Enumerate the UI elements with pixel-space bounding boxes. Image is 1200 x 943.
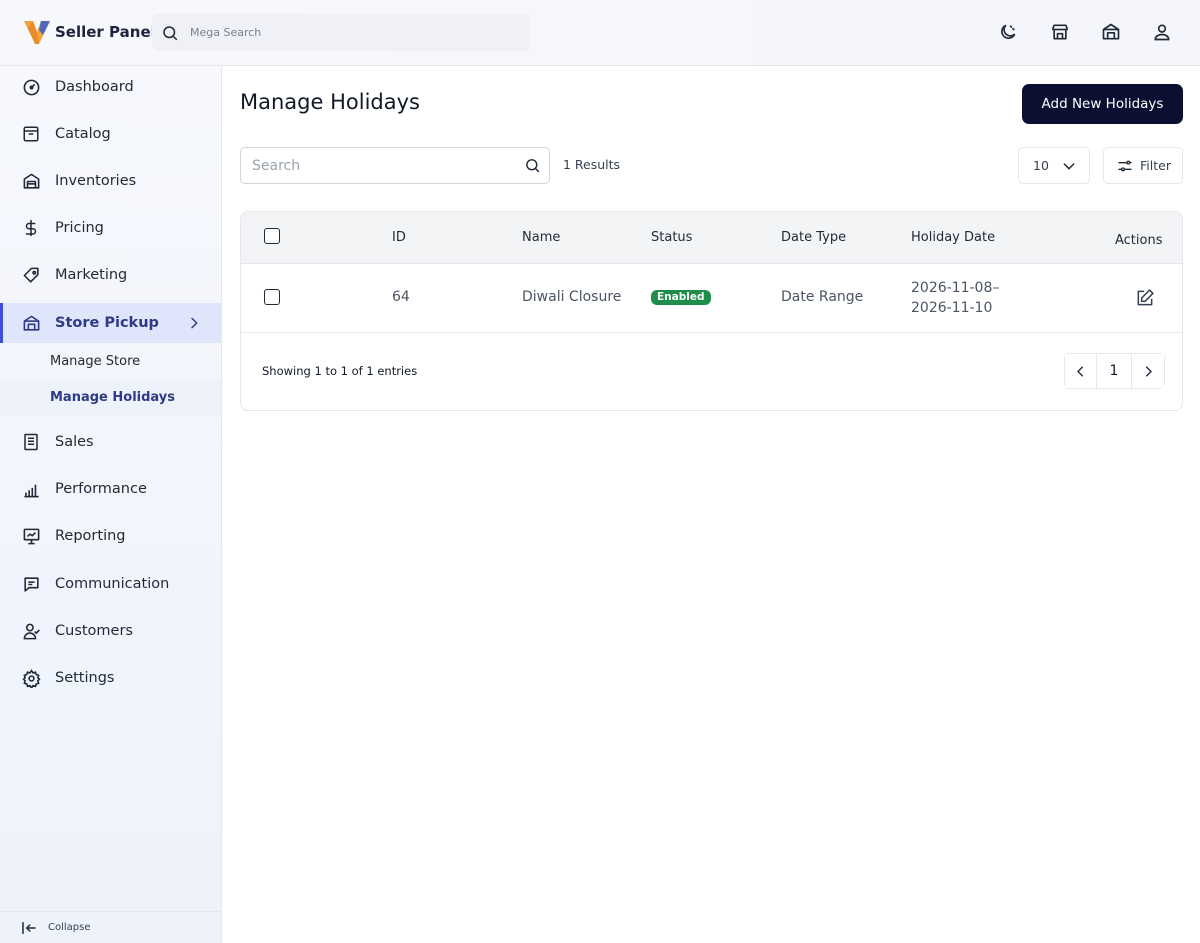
column-header-actions: Actions: [1115, 233, 1163, 248]
sidebar-item-pricing[interactable]: Pricing: [0, 208, 221, 248]
column-header-status[interactable]: Status: [651, 230, 692, 245]
customers-icon: [21, 621, 41, 641]
mega-search-bar[interactable]: [152, 14, 530, 51]
gear-icon: [21, 668, 41, 688]
moon-icon: [1001, 24, 1016, 39]
chevron-left-icon: [1077, 365, 1084, 377]
add-new-holidays-button[interactable]: Add New Holidays: [1022, 84, 1183, 124]
v-logo-icon: [24, 21, 50, 44]
catalog-icon: [21, 124, 41, 144]
holidays-table: ID Name Status Date Type Holiday Date Ac…: [240, 211, 1183, 411]
collapse-sidebar-button[interactable]: Collapse: [0, 911, 221, 943]
sidebar-item-customers[interactable]: Customers: [0, 611, 221, 651]
search-icon: [163, 25, 178, 40]
prev-page-button[interactable]: [1065, 354, 1097, 388]
store-icon: [21, 313, 41, 333]
column-header-date-type[interactable]: Date Type: [781, 230, 846, 245]
sidebar-item-reporting[interactable]: Reporting: [0, 516, 221, 556]
collapse-label: Collapse: [48, 922, 91, 933]
sidebar-item-performance[interactable]: Performance: [0, 469, 221, 509]
sidebar-item-label: Performance: [55, 481, 147, 497]
chevron-down-icon: [1063, 162, 1075, 170]
sidebar-item-label: Communication: [55, 576, 170, 592]
sidebar-item-marketing[interactable]: Marketing: [0, 255, 221, 295]
sidebar-item-label: Sales: [55, 434, 94, 450]
sidebar-item-inventories[interactable]: Inventories: [0, 161, 221, 201]
sidebar-item-label: Marketing: [55, 267, 128, 283]
filter-label: Filter: [1140, 158, 1171, 173]
sidebar-item-label: Inventories: [55, 173, 137, 189]
message-icon: [21, 574, 41, 594]
sidebar-item-sales[interactable]: Sales: [0, 422, 221, 462]
filter-button[interactable]: Filter: [1103, 147, 1183, 184]
cell-date-type: Date Range: [781, 289, 864, 305]
sidebar-item-label: Reporting: [55, 528, 126, 544]
edit-icon[interactable]: [1135, 288, 1155, 308]
holiday-date-end: 2026-11-10: [911, 300, 993, 316]
user-icon: [1154, 24, 1170, 41]
sidebar-subitem-label: Manage Store: [50, 353, 141, 369]
sidebar-item-dashboard[interactable]: Dashboard: [0, 67, 221, 107]
holiday-date-start: 2026-11-08–: [911, 280, 1000, 296]
results-count: 1 Results: [563, 157, 621, 172]
chevron-right-icon: [191, 317, 198, 329]
per-page-select[interactable]: 10: [1018, 147, 1090, 184]
row-checkbox[interactable]: [264, 289, 280, 305]
inventory-icon: [21, 171, 41, 191]
store-icon: [1051, 24, 1069, 40]
sidebar-item-label: Store Pickup: [55, 315, 159, 331]
sidebar-item-communication[interactable]: Communication: [0, 564, 221, 604]
warehouse-icon: [1102, 23, 1120, 40]
sidebar-subitem-manage-holidays[interactable]: Manage Holidays: [0, 379, 221, 415]
chevron-right-icon: [1145, 365, 1152, 377]
sidebar-item-label: Settings: [55, 670, 115, 686]
column-header-id[interactable]: ID: [392, 230, 406, 245]
select-all-checkbox[interactable]: [264, 228, 280, 244]
profile-button[interactable]: [1151, 21, 1173, 43]
per-page-value: 10: [1033, 158, 1049, 173]
sidebar-item-label: Pricing: [55, 220, 104, 236]
store-button[interactable]: [1049, 21, 1071, 43]
column-header-name[interactable]: Name: [522, 230, 560, 245]
pagination-info: Showing 1 to 1 of 1 entries: [262, 364, 418, 378]
theme-toggle-button[interactable]: [997, 21, 1019, 43]
chart-icon: [21, 479, 41, 499]
collapse-left-icon: [22, 921, 36, 934]
sidebar-item-label: Catalog: [55, 126, 111, 142]
sidebar-item-label: Dashboard: [55, 79, 134, 95]
table-search-input[interactable]: [252, 157, 517, 174]
sidebar-item-catalog[interactable]: Catalog: [0, 114, 221, 154]
sidebar-subitem-manage-store[interactable]: Manage Store: [0, 343, 221, 379]
table-search-bar[interactable]: [240, 147, 550, 184]
cell-name: Diwali Closure: [522, 289, 622, 305]
status-badge: Enabled: [651, 290, 711, 305]
sidebar-item-label: Customers: [55, 623, 133, 639]
page-title: Manage Holidays: [240, 90, 420, 114]
pagination: 1: [1064, 353, 1165, 389]
cell-holiday-date: 2026-11-08– 2026-11-10: [911, 278, 999, 318]
mega-search-input[interactable]: [190, 26, 510, 39]
tag-icon: [21, 265, 41, 285]
next-page-button[interactable]: [1132, 354, 1164, 388]
cell-id: 64: [392, 289, 410, 305]
sidebar-item-store-pickup[interactable]: Store Pickup: [0, 303, 221, 343]
top-header: Seller Panel: [0, 0, 1200, 66]
receipt-icon: [21, 432, 41, 452]
sliders-icon: [1118, 160, 1132, 171]
table-row: 64 Diwali Closure Enabled Date Range 202…: [241, 264, 1182, 333]
brand-name: Seller Panel: [55, 23, 156, 41]
page-number-button[interactable]: 1: [1097, 354, 1132, 388]
dashboard-icon: [21, 77, 41, 97]
column-header-holiday-date[interactable]: Holiday Date: [911, 230, 995, 245]
sidebar-subitem-label: Manage Holidays: [50, 389, 175, 405]
presentation-icon: [21, 526, 41, 546]
sidebar: Dashboard Catalog Inventories Pricing Ma…: [0, 66, 222, 943]
warehouse-button[interactable]: [1100, 21, 1122, 43]
table-header: ID Name Status Date Type Holiday Date Ac…: [241, 212, 1182, 264]
sidebar-item-settings[interactable]: Settings: [0, 658, 221, 698]
brand-logo[interactable]: Seller Panel: [22, 18, 156, 46]
dollar-icon: [21, 218, 41, 238]
search-icon[interactable]: [524, 157, 541, 174]
